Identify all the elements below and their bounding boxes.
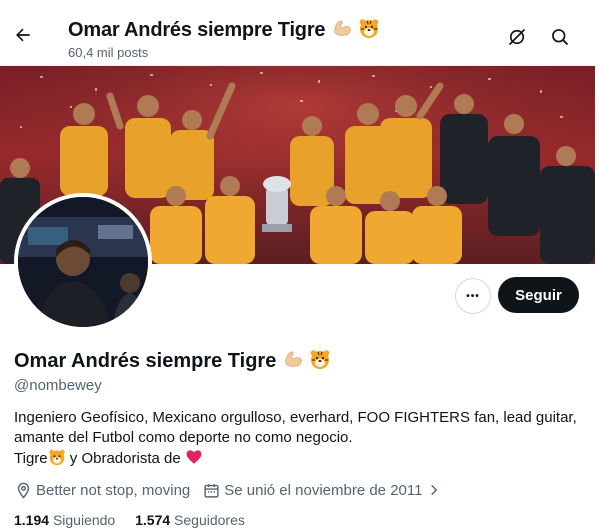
location-item: Better not stop, moving <box>14 481 190 499</box>
profile-avatar[interactable] <box>14 193 152 331</box>
location-pin-icon <box>14 481 32 499</box>
arrow-left-icon <box>16 28 30 42</box>
follow-button[interactable]: Seguir <box>498 277 579 313</box>
chevron-right-icon <box>425 481 443 499</box>
posts-count: 60,4 mil posts <box>68 45 149 60</box>
bio-line: amante del Futbol como deporte no como n… <box>14 429 353 446</box>
avatar-image <box>18 197 148 327</box>
more-options-button[interactable]: ••• <box>455 278 491 314</box>
profile-bio: Ingeniero Geofísico, Mexicano orgulloso,… <box>14 408 589 472</box>
bio-line: Tigre y Obradorista de <box>14 448 589 472</box>
joined-item[interactable]: Se unió el noviembre de 2011 <box>202 481 447 499</box>
red-heart-emoji <box>185 448 203 472</box>
following-link[interactable]: 1.194 Siguiendo <box>14 512 115 528</box>
header-title: Omar Andrés siempre Tigre <box>68 17 380 45</box>
calendar-icon <box>202 481 220 499</box>
bio-line: Ingeniero Geofísico, Mexicano orgulloso,… <box>14 409 577 426</box>
search-button[interactable] <box>547 24 573 50</box>
more-icon: ••• <box>466 290 480 302</box>
grok-button[interactable] <box>504 24 530 50</box>
back-button[interactable] <box>8 20 38 50</box>
tiger-face-emoji <box>358 17 380 45</box>
profile-header-bar: Omar Andrés siempre Tigre 60,4 mil posts <box>0 0 599 66</box>
profile-display-name: Omar Andrés siempre Tigre <box>14 348 331 376</box>
tiger-face-emoji <box>309 348 331 376</box>
profile-handle: @nombewey <box>14 377 102 394</box>
flexed-biceps-emoji <box>331 17 353 45</box>
followers-link[interactable]: 1.574 Seguidores <box>135 512 245 528</box>
profile-counts: 1.194 Siguiendo 1.574 Seguidores <box>14 512 245 528</box>
tiger-face-emoji <box>48 448 66 472</box>
profile-meta: Better not stop, moving Se unió el novie… <box>14 481 447 499</box>
search-icon <box>552 29 569 46</box>
flexed-biceps-emoji <box>282 348 304 376</box>
grok-icon <box>508 28 526 46</box>
